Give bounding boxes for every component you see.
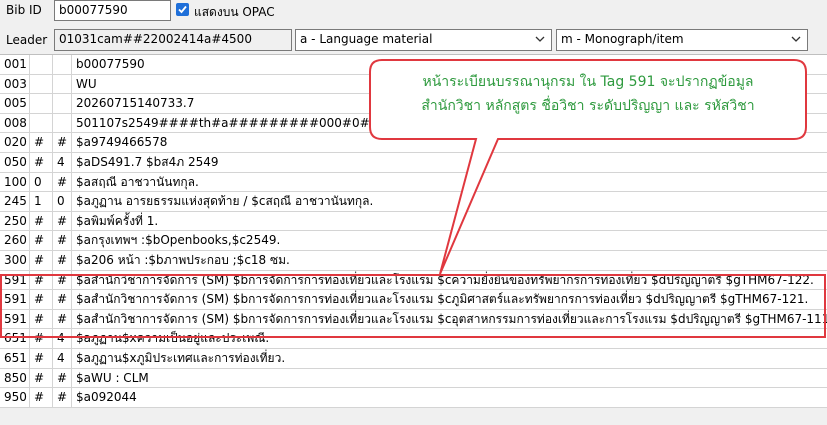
marc-data-cell[interactable]: $aDS491.7 $bส4ภ 2549: [72, 153, 827, 172]
marc-indicator1-cell[interactable]: [30, 94, 53, 113]
marc-indicator2-cell[interactable]: #: [53, 270, 72, 290]
leader-label: Leader: [6, 33, 48, 47]
marc-data-cell[interactable]: $aสำนักวิชาการจัดการ (SM) $bการจัดการการ…: [72, 310, 827, 329]
bibliographic-level-select[interactable]: m - Monograph/item: [556, 29, 808, 51]
marc-tag-cell[interactable]: 300: [0, 250, 30, 270]
marc-indicator2-cell[interactable]: #: [53, 211, 72, 231]
marc-indicator2-cell[interactable]: #: [53, 368, 72, 388]
marc-field-row[interactable]: 651 #4 $aภูฏาน$xความเป็นอยู่และประเพณี.: [0, 329, 827, 349]
marc-tag-cell[interactable]: 591: [0, 270, 30, 290]
marc-tag-cell[interactable]: 005: [0, 94, 30, 113]
marc-indicator1-cell[interactable]: #: [30, 231, 53, 250]
marc-data-cell[interactable]: $aภูฏาน$xความเป็นอยู่และประเพณี.: [72, 329, 827, 348]
marc-indicator2-cell[interactable]: #: [53, 172, 72, 192]
annotation-text: หน้าระเบียนบรรณานุกรม ใน Tag 591 จะปรากฏ…: [368, 70, 808, 118]
chevron-down-icon: [791, 36, 801, 42]
opac-checkbox[interactable]: [176, 3, 189, 16]
annotation-line-2: สำนักวิชา หลักสูตร ชื่อวิชา ระดับปริญญา …: [421, 98, 755, 114]
marc-indicator2-cell[interactable]: #: [53, 250, 72, 270]
marc-indicator2-cell[interactable]: [53, 74, 72, 94]
marc-indicator1-cell[interactable]: #: [30, 133, 53, 152]
marc-indicator1-cell[interactable]: [30, 55, 53, 74]
marc-data-cell[interactable]: $aภูฏาน$xภูมิประเทศและการท่องเที่ยว.: [72, 349, 827, 368]
marc-field-row[interactable]: 250 # # $aพิมพ์ครั้งที่ 1.: [0, 211, 827, 232]
marc-field-row[interactable]: 050 #4 $aDS491.7 $bส4ภ 2549: [0, 152, 827, 173]
checkmark-icon: [178, 5, 187, 14]
marc-data-cell[interactable]: $aWU : CLM: [72, 369, 827, 388]
marc-data-cell[interactable]: $aสำนักวิชาการจัดการ (SM) $bการจัดการการ…: [72, 290, 827, 309]
marc-indicator1-cell[interactable]: #: [30, 250, 53, 270]
marc-tag-cell[interactable]: 003: [0, 74, 30, 94]
marc-field-row[interactable]: 245 1 0 $aภูฏาน อารยธรรมแห่งสุดท้าย / $cสฤณ…: [0, 192, 827, 212]
marc-indicator1-cell[interactable]: #: [30, 368, 53, 388]
marc-indicator2-cell[interactable]: 4: [53, 348, 72, 368]
bib-id-label: Bib ID: [6, 3, 42, 17]
marc-tag-cell[interactable]: 260: [0, 231, 30, 250]
marc-indicator2-cell[interactable]: #: [53, 133, 72, 152]
marc-field-row[interactable]: 260 # # $aกรุงเทพฯ :$bOpenbooks,$c2549.: [0, 231, 827, 251]
marc-indicator1-cell[interactable]: #: [30, 211, 53, 231]
annotation-line-1: หน้าระเบียนบรรณานุกรม ใน Tag 591 จะปรากฏ…: [422, 74, 754, 90]
marc-tag-cell[interactable]: 591: [0, 290, 30, 309]
marc-indicator1-cell[interactable]: 1: [30, 192, 53, 211]
marc-tag-cell[interactable]: 850: [0, 368, 30, 388]
marc-data-cell[interactable]: $aภูฏาน อารยธรรมแห่งสุดท้าย / $cสฤณี อาช…: [72, 192, 827, 211]
marc-tag-cell[interactable]: 001: [0, 55, 30, 74]
marc-indicator1-cell[interactable]: #: [30, 290, 53, 309]
marc-field-row[interactable]: 591 # # $aสำนักวิชาการจัดการ (SM) $bการจัดก…: [0, 270, 827, 291]
marc-indicator2-cell[interactable]: #: [53, 388, 72, 407]
marc-indicator2-cell[interactable]: #: [53, 231, 72, 250]
leader-field[interactable]: 01031cam##22002414a#4500: [54, 29, 292, 51]
chevron-down-icon: [535, 36, 545, 42]
marc-indicator2-cell[interactable]: [53, 113, 72, 133]
marc-indicator1-cell[interactable]: #: [30, 270, 53, 290]
marc-tag-cell[interactable]: 950: [0, 388, 30, 407]
marc-indicator2-cell[interactable]: [53, 94, 72, 113]
marc-data-cell[interactable]: $a092044: [72, 388, 827, 407]
marc-indicator1-cell[interactable]: #: [30, 348, 53, 368]
marc-indicator1-cell[interactable]: #: [30, 388, 53, 407]
type-of-record-value: a - Language material: [300, 32, 433, 46]
marc-indicator1-cell[interactable]: #: [30, 329, 53, 348]
opac-checkbox-label: แสดงบน OPAC: [194, 5, 275, 19]
marc-tag-cell[interactable]: 100: [0, 172, 30, 192]
marc-field-row[interactable]: 651 #4 $aภูฏาน$xภูมิประเทศและการท่องเที่ยว…: [0, 348, 827, 369]
bib-id-field[interactable]: b00077590: [54, 0, 171, 21]
marc-tag-cell[interactable]: 020: [0, 133, 30, 152]
marc-field-row[interactable]: 850 # # $aWU : CLM: [0, 368, 827, 389]
marc-tag-cell[interactable]: 591: [0, 309, 30, 329]
marc-field-row[interactable]: 591 # # $aสำนักวิชาการจัดการ (SM) $bการจัดก…: [0, 309, 827, 330]
marc-indicator1-cell[interactable]: #: [30, 152, 53, 172]
marc-data-cell[interactable]: $aพิมพ์ครั้งที่ 1.: [72, 212, 827, 231]
bibliographic-level-value: m - Monograph/item: [561, 32, 684, 46]
marc-indicator1-cell[interactable]: [30, 113, 53, 133]
marc-tag-cell[interactable]: 245: [0, 192, 30, 211]
marc-indicator1-cell[interactable]: [30, 74, 53, 94]
marc-indicator2-cell[interactable]: #: [53, 290, 72, 309]
marc-data-cell[interactable]: $aสฤณี อาชวานันทกุล.: [72, 173, 827, 192]
marc-data-cell[interactable]: $aสำนักวิชาการจัดการ (SM) $bการจัดการการ…: [72, 271, 827, 290]
marc-indicator2-cell[interactable]: 4: [53, 329, 72, 348]
marc-tag-cell[interactable]: 050: [0, 152, 30, 172]
marc-indicator2-cell[interactable]: 4: [53, 152, 72, 172]
marc-tag-cell[interactable]: 651: [0, 348, 30, 368]
marc-field-row[interactable]: 950 # # $a092044: [0, 388, 827, 408]
marc-field-row[interactable]: 100 0 # $aสฤณี อาชวานันทกุล.: [0, 172, 827, 193]
marc-indicator2-cell[interactable]: 0: [53, 192, 72, 211]
marc-field-row[interactable]: 591 # # $aสำนักวิชาการจัดการ (SM) $bการจัดก…: [0, 290, 827, 310]
marc-field-row[interactable]: 300 # # $a206 หน้า :$bภาพประกอบ ;$c18 ซม.: [0, 250, 827, 271]
marc-tag-cell[interactable]: 250: [0, 211, 30, 231]
marc-indicator1-cell[interactable]: #: [30, 309, 53, 329]
marc-indicator2-cell[interactable]: #: [53, 309, 72, 329]
marc-indicator1-cell[interactable]: 0: [30, 172, 53, 192]
type-of-record-select[interactable]: a - Language material: [295, 29, 552, 51]
marc-tag-cell[interactable]: 008: [0, 113, 30, 133]
marc-tag-cell[interactable]: 651: [0, 329, 30, 348]
marc-indicator2-cell[interactable]: [53, 55, 72, 74]
